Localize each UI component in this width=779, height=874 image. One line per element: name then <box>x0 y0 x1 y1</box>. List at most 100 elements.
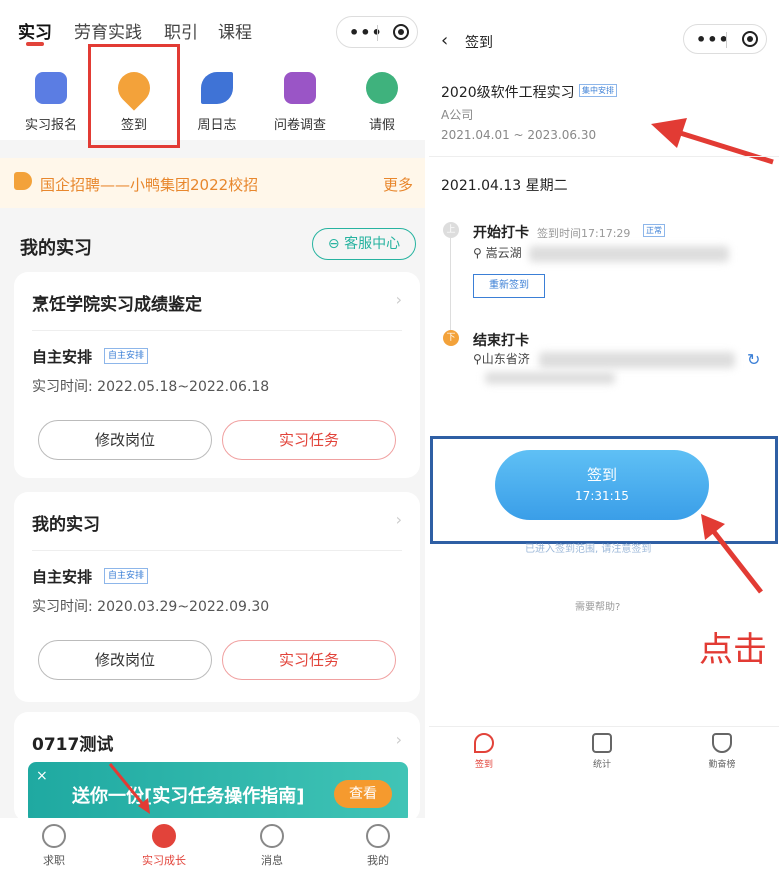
clipboard-icon <box>35 72 67 104</box>
bottom-nav-message[interactable]: 消息 <box>242 824 302 868</box>
status-badge: 正常 <box>643 224 665 237</box>
internship-task-button[interactable]: 实习任务 <box>222 640 396 680</box>
message-icon <box>260 824 284 848</box>
bottom-nav-profile[interactable]: 我的 <box>348 824 408 868</box>
sign-in-time: 17:31:15 <box>575 489 629 503</box>
close-icon[interactable]: × <box>36 768 54 786</box>
bottom-nav-label: 求职 <box>43 854 65 867</box>
edit-position-button[interactable]: 修改岗位 <box>38 640 212 680</box>
nav-label: 周日志 <box>197 118 237 133</box>
announcement-banner[interactable]: 国企招聘——小鸭集团2022校招 更多 <box>0 158 425 208</box>
capsule-divider <box>377 25 378 41</box>
tab-labor-practice[interactable]: 劳育实践 <box>74 18 142 43</box>
clock-in-label: 开始打卡 <box>473 225 529 241</box>
bottom-nav: 求职 实习成长 消息 我的 <box>0 818 425 874</box>
card-type: 自主安排 <box>32 568 93 586</box>
internship-home-panel: 实习 劳育实践 职引 课程 ••• 实习报名 签到 周日志 问卷调查 请假 国企… <box>0 0 425 874</box>
redacted-address <box>529 246 729 262</box>
card-time: 实习时间: 2022.05.18~2022.06.18 <box>32 379 270 395</box>
clock-in-address-text: 嵩云湖 <box>485 246 522 260</box>
tab-internship[interactable]: 实习 <box>18 18 52 43</box>
internship-name: 2020级软件工程实习 <box>441 85 575 101</box>
bottom-nav-label: 勤奋榜 <box>708 760 736 770</box>
arrangement-badge: 集中安排 <box>579 84 617 97</box>
clock-in-address: ⚲ 嵩云湖 <box>473 246 522 260</box>
chevron-right-icon: › <box>395 510 402 529</box>
promo-banner[interactable]: × 送你一份[实习任务操作指南] 查看 <box>28 762 408 824</box>
leave-icon <box>366 72 398 104</box>
banner-text[interactable]: 国企招聘——小鸭集团2022校招 <box>40 174 258 195</box>
sign-in-button[interactable]: 签到 17:31:15 <box>495 450 709 520</box>
banner-more-link[interactable]: 更多 <box>383 174 413 195</box>
arrangement-badge: 自主安排 <box>104 568 149 584</box>
nav-weekly-log[interactable]: 周日志 <box>182 72 252 142</box>
clock-out-address-text: 山东省济 <box>481 352 530 366</box>
top-bar: 实习 劳育实践 职引 课程 ••• 实习报名 签到 周日志 问卷调查 请假 <box>0 0 425 140</box>
mini-program-capsule: ••• <box>336 16 418 48</box>
bottom-nav-growth[interactable]: 实习成长 <box>134 824 194 868</box>
nav-label: 请假 <box>368 118 395 133</box>
card-divider <box>32 330 402 331</box>
more-dots-icon[interactable]: ••• <box>696 30 730 49</box>
current-day: 2021.04.13 星期二 <box>441 178 568 194</box>
bottom-nav: 签到 统计 勤奋榜 <box>429 726 779 778</box>
redacted-address <box>485 372 615 384</box>
bottom-nav-sign[interactable]: 签到 <box>449 733 519 770</box>
bottom-nav-label: 统计 <box>592 760 611 770</box>
date-range: 2021.04.01 ~ 2023.06.30 <box>441 128 597 142</box>
card-type: 自主安排 <box>32 348 93 366</box>
nav-internship-signup[interactable]: 实习报名 <box>16 72 86 142</box>
highlight-box <box>88 44 180 148</box>
red-arrow-annotation <box>651 118 774 165</box>
bottom-nav-stats[interactable]: 统计 <box>567 733 637 770</box>
bottom-nav-label: 消息 <box>261 854 283 867</box>
card-title: 0717测试 <box>32 735 114 755</box>
back-chevron-icon[interactable]: ‹ <box>441 30 448 51</box>
internship-task-button[interactable]: 实习任务 <box>222 420 396 460</box>
redacted-address <box>539 352 735 368</box>
card-title: 烹饪学院实习成绩鉴定 <box>32 295 202 315</box>
speaker-icon <box>14 172 32 190</box>
nav-survey[interactable]: 问卷调查 <box>265 72 335 142</box>
internship-card[interactable]: 烹饪学院实习成绩鉴定 › 自主安排 自主安排 实习时间: 2022.05.18~… <box>14 272 420 478</box>
bottom-nav-label: 我的 <box>367 854 389 867</box>
clock-out-label: 结束打卡 <box>473 333 529 349</box>
check-in-panel: ‹ 签到 ••• 2020级软件工程实习 集中安排 A公司 2021.04.01… <box>429 0 779 874</box>
chart-icon <box>592 733 612 753</box>
clock-in-dot: 上 <box>443 222 459 238</box>
section-title: 我的实习 <box>20 238 92 259</box>
customer-service-button[interactable]: ⊖ 客服中心 <box>312 228 416 260</box>
tab-career-guide[interactable]: 职引 <box>164 18 198 43</box>
bottom-nav-job[interactable]: 求职 <box>24 824 84 868</box>
target-icon[interactable] <box>742 31 758 47</box>
card-divider <box>32 550 402 551</box>
clock-out-address: ⚲山东省济 <box>473 352 530 366</box>
tab-courses[interactable]: 课程 <box>218 18 252 43</box>
click-annotation: 点击 <box>699 630 767 670</box>
nav-leave[interactable]: 请假 <box>347 72 417 142</box>
edit-position-button[interactable]: 修改岗位 <box>38 420 212 460</box>
internship-card[interactable]: 我的实习 › 自主安排 自主安排 实习时间: 2020.03.29~2022.0… <box>14 492 420 702</box>
re-sign-button[interactable]: 重新签到 <box>473 274 545 298</box>
chevron-right-icon: › <box>395 290 402 309</box>
company-name: A公司 <box>441 108 474 122</box>
trophy-icon <box>712 733 732 753</box>
bottom-nav-label: 实习成长 <box>142 854 186 867</box>
help-link[interactable]: 需要帮助? <box>575 598 620 613</box>
range-note: 已进入签到范围, 请注意签到 <box>525 544 652 555</box>
capsule-divider <box>726 32 727 48</box>
nav-label: 实习报名 <box>24 118 77 133</box>
customer-service-label: 客服中心 <box>344 236 401 252</box>
bottom-nav-label: 签到 <box>474 760 493 770</box>
card-time: 实习时间: 2020.03.29~2022.09.30 <box>32 599 270 615</box>
bottom-nav-ranking[interactable]: 勤奋榜 <box>687 733 757 770</box>
page-title: 签到 <box>465 35 493 51</box>
promo-view-button[interactable]: 查看 <box>334 780 392 808</box>
survey-icon <box>284 72 316 104</box>
pen-icon <box>201 72 233 104</box>
red-arrow-annotation <box>108 763 150 814</box>
check-in-header: ‹ 签到 ••• <box>429 0 779 60</box>
refresh-icon[interactable]: ↻ <box>747 350 760 369</box>
target-icon[interactable] <box>393 24 409 40</box>
profile-icon <box>366 824 390 848</box>
